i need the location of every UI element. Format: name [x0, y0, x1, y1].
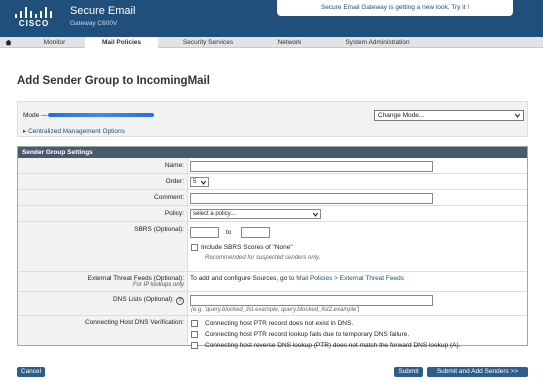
etf-label-cell: External Threat Feeds (Optional): For IP… — [18, 272, 188, 291]
sender-group-settings-table: Sender Group Settings Name: Order: 5 Com… — [17, 146, 528, 349]
section-title: Sender Group Settings — [18, 147, 527, 158]
etf-text-line: To add and configure Sources, go to Mail… — [190, 275, 404, 282]
submit-button[interactable]: Submit — [394, 367, 423, 377]
etf-link[interactable]: Mail Policies > External Threat Feeds — [296, 275, 404, 282]
ptr-missing-checkbox[interactable] — [191, 320, 198, 327]
chevron-down-icon — [514, 113, 521, 118]
name-row: Name: — [18, 158, 527, 174]
comment-label: Comment: — [18, 190, 188, 205]
sbrs-row: SBRS (Optional): to Include SBRS Scores … — [18, 222, 527, 272]
policy-select[interactable]: select a policy... — [190, 209, 321, 219]
help-icon[interactable]: ? — [176, 297, 184, 305]
brand-name: CISCO — [18, 19, 50, 28]
ptr-lookup-fail-label: Connecting host PTR record lookup fails … — [205, 331, 410, 338]
chevron-down-icon — [312, 212, 319, 217]
order-select[interactable]: 5 — [190, 177, 209, 187]
order-value: 5 — [193, 179, 197, 185]
product-model: Gateway C600V — [70, 20, 118, 27]
comment-input[interactable] — [190, 193, 433, 204]
centralized-management-link[interactable]: ▸ Centralized Management Options — [23, 127, 125, 135]
page-title: Add Sender Group to IncomingMail — [17, 75, 210, 87]
sbrs-note: Recommended for suspected senders only. — [205, 255, 321, 261]
tab-mail-policies[interactable]: Mail Policies — [85, 37, 158, 48]
sbrs-max-input[interactable] — [241, 227, 270, 238]
dns-label: DNS Lists (Optional): — [112, 296, 174, 303]
comment-row: Comment: — [18, 190, 527, 206]
sbrs-to-label: to — [226, 229, 232, 236]
dns-lists-placeholder: (e.g. 'query.blocked_list.example, query… — [191, 307, 360, 313]
change-mode-select[interactable]: Change Mode... — [374, 110, 524, 121]
etf-label: External Threat Feeds (Optional): — [87, 275, 184, 282]
centralized-management-label: Centralized Management Options — [28, 128, 125, 135]
policy-row: Policy: select a policy... — [18, 206, 527, 222]
sbrs-include-none-checkbox[interactable] — [191, 244, 198, 251]
app-header: CISCO Secure Email Gateway C600V Secure … — [0, 0, 543, 37]
tab-security-services[interactable]: Security Services — [172, 37, 244, 48]
mode-value-redacted — [48, 113, 154, 117]
dns-lists-row: DNS Lists (Optional):? (e.g. 'query.bloc… — [18, 292, 527, 316]
cancel-button[interactable]: Cancel — [17, 367, 45, 377]
product-name: Secure Email — [70, 5, 136, 17]
ptr-lookup-fail-checkbox[interactable] — [191, 331, 198, 338]
home-icon[interactable] — [5, 39, 12, 46]
chevron-down-icon — [200, 180, 207, 185]
etf-sublabel: For IP lookups only — [132, 282, 184, 288]
external-threat-feeds-row: External Threat Feeds (Optional): For IP… — [18, 272, 527, 292]
sbrs-min-input[interactable] — [190, 227, 219, 238]
mode-label: Mode — — [23, 112, 48, 119]
dns-verification-label: Connecting Host DNS Verification: — [18, 316, 188, 345]
new-look-banner-link[interactable]: Secure Email Gateway is getting a new lo… — [277, 0, 513, 16]
submit-and-add-senders-button[interactable]: Submit and Add Senders >> — [427, 367, 528, 377]
name-input[interactable] — [190, 161, 433, 172]
tab-network[interactable]: Network — [262, 37, 317, 48]
sbrs-label: SBRS (Optional): — [18, 222, 188, 271]
cisco-logo-icon — [13, 6, 55, 18]
tab-monitor[interactable]: Monitor — [27, 37, 82, 48]
order-row: Order: 5 — [18, 174, 527, 190]
name-label: Name: — [18, 158, 188, 173]
dns-label-cell: DNS Lists (Optional):? — [18, 292, 188, 315]
change-mode-value: Change Mode... — [378, 112, 425, 119]
sbrs-include-none-label: Include SBRS Scores of "None" — [201, 244, 293, 251]
order-label: Order: — [18, 174, 188, 189]
dns-verification-row: Connecting Host DNS Verification: Connec… — [18, 316, 527, 349]
cisco-logo: CISCO — [13, 6, 55, 32]
policy-label: Policy: — [18, 206, 188, 221]
main-nav: Monitor Mail Policies Security Services … — [0, 37, 543, 48]
ptr-mismatch-checkbox[interactable] — [191, 342, 198, 349]
etf-text: To add and configure Sources, go to — [190, 275, 295, 282]
mode-panel: Mode — ▸ Centralized Management Options … — [17, 101, 528, 137]
policy-value: select a policy... — [193, 211, 236, 217]
ptr-missing-label: Connecting host PTR record does not exis… — [205, 320, 354, 327]
dns-lists-input[interactable] — [190, 295, 433, 306]
tab-system-administration[interactable]: System Administration — [330, 37, 425, 48]
ptr-mismatch-label: Connecting host reverse DNS lookup (PTR)… — [205, 342, 461, 349]
